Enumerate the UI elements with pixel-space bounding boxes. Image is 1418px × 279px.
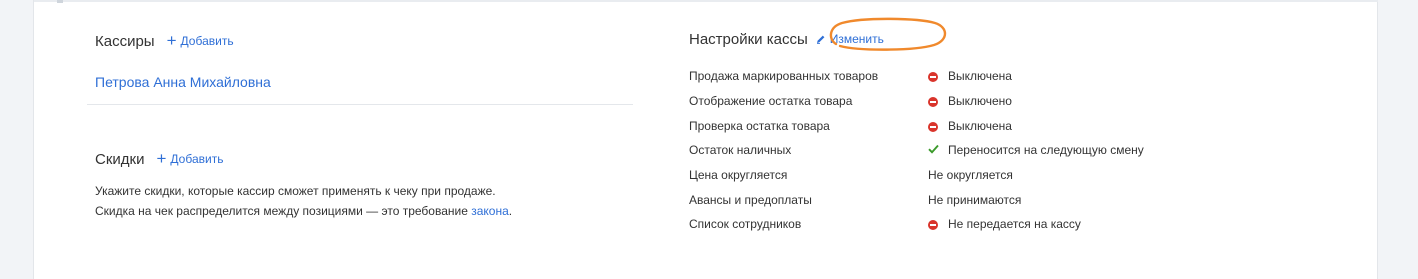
settings-value-text: Выключена	[948, 69, 1012, 84]
card-top-border	[34, 0, 1378, 2]
settings-row: Авансы и предоплаты Не принимаются	[689, 187, 1144, 212]
discounts-description: Укажите скидки, которые кассир сможет пр…	[95, 181, 512, 221]
settings-value-text: Не округляется	[928, 168, 1013, 183]
settings-value: Выключена	[928, 69, 1012, 83]
status-icon-slot	[928, 69, 948, 83]
settings-label: Продажа маркированных товаров	[689, 69, 879, 84]
minus-circle-icon	[928, 121, 938, 132]
settings-value: Выключена	[928, 119, 1012, 133]
discounts-description-line1: Укажите скидки, которые кассир сможет пр…	[95, 184, 496, 198]
add-cashier-label: Добавить	[180, 34, 234, 48]
pencil-icon	[816, 35, 825, 44]
settings-row: Список сотрудников Не передается на касс…	[689, 212, 1144, 237]
settings-label: Список сотрудников	[689, 217, 802, 232]
settings-row: Отображение остатка товара Выключено	[689, 89, 1144, 114]
settings-label: Цена округляется	[689, 168, 788, 183]
settings-row: Цена округляется Не округляется	[689, 163, 1144, 188]
minus-circle-icon	[928, 96, 938, 107]
settings-row: Проверка остатка товара Выключена	[689, 113, 1144, 138]
settings-value: Не принимаются	[928, 193, 1021, 207]
status-icon-slot	[928, 94, 948, 108]
settings-label: Авансы и предоплаты	[689, 192, 812, 207]
add-discount-label: Добавить	[170, 152, 224, 166]
checkmark-icon	[928, 145, 939, 154]
settings-value: Переносится на следующую смену	[928, 143, 1144, 157]
settings-row: Остаток наличных Переносится на следующу…	[689, 138, 1144, 163]
settings-title: Настройки кассы	[689, 31, 808, 48]
settings-value: Не передается на кассу	[928, 217, 1081, 231]
plus-icon: +	[156, 149, 167, 168]
discounts-description-suffix: .	[508, 204, 513, 218]
settings-value: Выключено	[928, 94, 1012, 108]
settings-header: Настройки кассы Изменить	[689, 31, 884, 48]
cashier-link[interactable]: Петрова Анна Михайловна	[95, 74, 271, 90]
minus-circle-icon	[928, 220, 938, 231]
add-discount-button[interactable]: + Добавить	[156, 149, 224, 168]
law-link[interactable]: закона	[471, 204, 509, 218]
settings-value-text: Переносится на следующую смену	[948, 143, 1144, 158]
status-icon-slot	[928, 217, 948, 231]
card-accent	[57, 0, 63, 3]
discounts-title: Скидки	[95, 151, 145, 168]
plus-icon: +	[166, 31, 177, 50]
settings-table: Продажа маркированных товаров Выключена …	[689, 64, 1144, 237]
settings-label: Отображение остатка товара	[689, 94, 853, 109]
settings-row: Продажа маркированных товаров Выключена	[689, 64, 1144, 89]
cashiers-header: Кассиры + Добавить	[95, 31, 234, 50]
status-icon-slot	[928, 143, 948, 157]
settings-value-text: Выключено	[948, 94, 1012, 109]
discounts-description-line2: Скидка на чек распределится между позици…	[95, 201, 512, 221]
edit-settings-label: Изменить	[829, 32, 884, 46]
edit-settings-button[interactable]: Изменить	[816, 32, 884, 46]
add-cashier-button[interactable]: + Добавить	[166, 31, 234, 50]
discounts-header: Скидки + Добавить	[95, 149, 224, 168]
settings-label: Проверка остатка товара	[689, 118, 830, 133]
cashiers-title: Кассиры	[95, 33, 155, 50]
minus-circle-icon	[928, 72, 938, 83]
status-icon-slot	[928, 119, 948, 133]
section-divider	[87, 104, 633, 105]
settings-value-text: Выключена	[948, 118, 1012, 133]
settings-value-text: Не принимаются	[928, 192, 1022, 207]
discounts-description-text: Скидка на чек распределится между позици…	[95, 204, 472, 218]
settings-label: Остаток наличных	[689, 143, 792, 158]
settings-value: Не округляется	[928, 168, 1013, 182]
settings-value-text: Не передается на кассу	[948, 217, 1081, 232]
